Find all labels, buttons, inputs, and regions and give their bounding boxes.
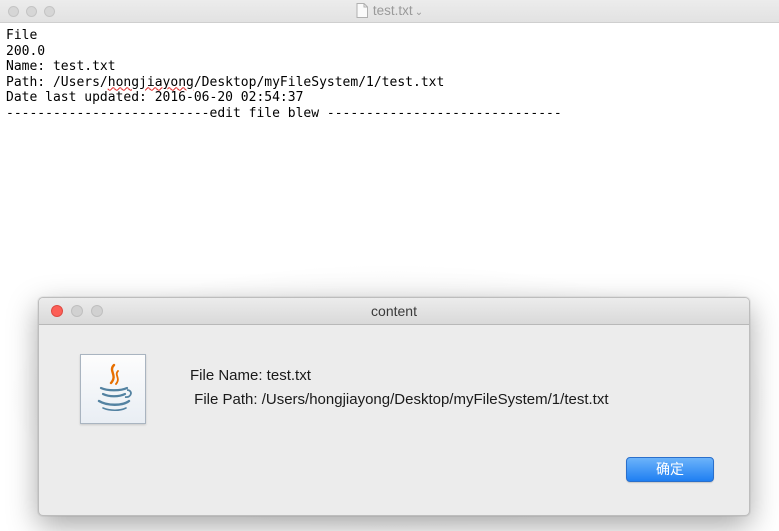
text-line-2: 200.0	[6, 43, 46, 59]
dialog-titlebar[interactable]: content	[39, 298, 749, 325]
path-suffix: /Desktop/myFileSystem/1/test.txt	[193, 74, 445, 90]
document-icon	[356, 3, 368, 21]
text-line-5: Date last updated: 2016-06-20 02:54:37	[6, 90, 304, 105]
chevron-down-icon[interactable]: ⌄	[415, 7, 423, 18]
path-prefix: Path: /Users/	[6, 74, 108, 90]
dialog-title: content	[371, 303, 417, 319]
editor-text-area[interactable]: File 200.0 Name: test.txt Path: /Users/h…	[6, 28, 562, 121]
file-name-text: File Name: test.txt	[190, 367, 311, 384]
content-dialog: content File Name: test.txt File Path: /…	[38, 297, 750, 516]
editor-title-text: test.txt	[372, 3, 413, 18]
text-line-6: --------------------------edit file blew…	[6, 105, 562, 121]
java-coffee-icon	[80, 354, 146, 424]
text-line-4: Path: /Users/hongjiayong/Desktop/myFileS…	[6, 75, 562, 91]
ok-button[interactable]: 确定	[626, 457, 714, 482]
editor-title[interactable]: test.txt ⌄	[0, 3, 779, 21]
editor-titlebar[interactable]: test.txt ⌄	[0, 0, 779, 23]
file-path-text: File Path: /Users/hongjiayong/Desktop/my…	[190, 391, 609, 408]
text-line-1: File	[6, 28, 38, 43]
text-line-3: Name: test.txt	[6, 59, 116, 74]
misspelled-word: hongjiayong	[107, 74, 194, 90]
